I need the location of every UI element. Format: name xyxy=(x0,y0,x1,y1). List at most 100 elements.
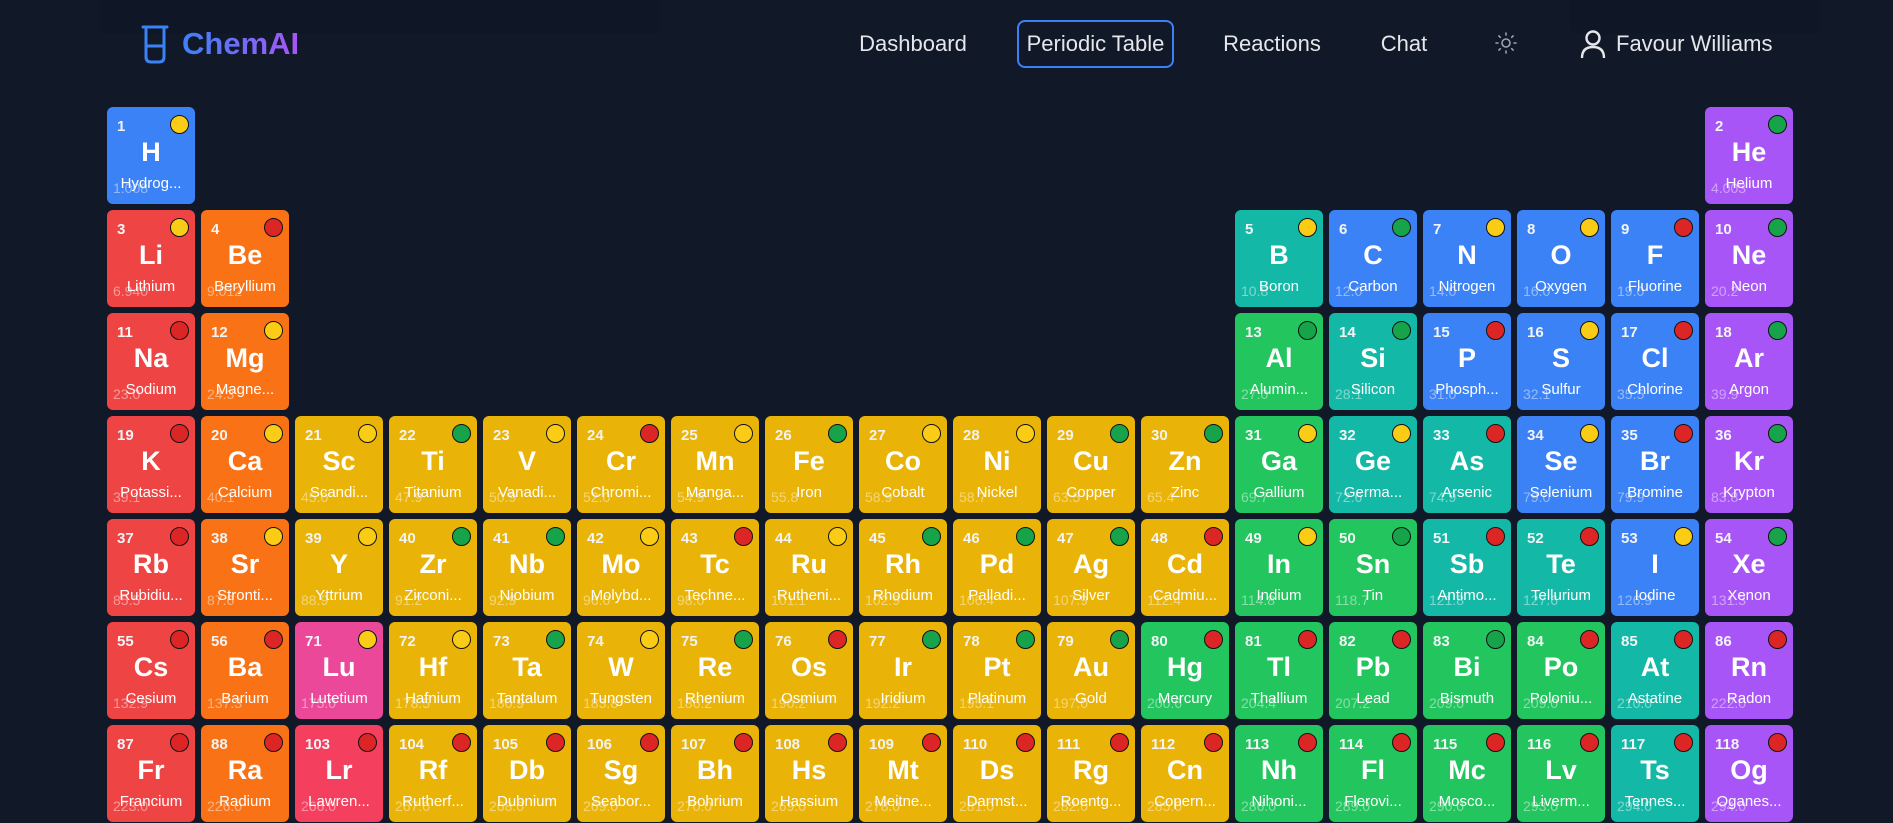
element-tile-y[interactable]: 39 Y 88.9 Yttrium xyxy=(295,519,383,616)
element-tile-al[interactable]: 13 Al 27.0 Alumin... xyxy=(1235,313,1323,410)
element-tile-ge[interactable]: 32 Ge 72.6 Germa... xyxy=(1329,416,1417,513)
state-indicator-dot xyxy=(546,527,565,546)
element-tile-tc[interactable]: 43 Tc 98.0 Techne... xyxy=(671,519,759,616)
element-tile-pt[interactable]: 78 Pt 195.1 Platinum xyxy=(953,622,1041,719)
element-tile-pd[interactable]: 46 Pd 106.4 Palladi... xyxy=(953,519,1041,616)
element-tile-hs[interactable]: 108 Hs 269.0 Hassium xyxy=(765,725,853,822)
element-tile-mn[interactable]: 25 Mn 54.9 Manga... xyxy=(671,416,759,513)
element-tile-f[interactable]: 9 F 19.0 Fluorine xyxy=(1611,210,1699,307)
element-tile-xe[interactable]: 54 Xe 131.3 Xenon xyxy=(1705,519,1793,616)
element-tile-fr[interactable]: 87 Fr 223.0 Francium xyxy=(107,725,195,822)
element-tile-re[interactable]: 75 Re 186.2 Rhenium xyxy=(671,622,759,719)
element-tile-ga[interactable]: 31 Ga 69.7 Gallium xyxy=(1235,416,1323,513)
element-tile-mg[interactable]: 12 Mg 24.3 Magne... xyxy=(201,313,289,410)
element-tile-ds[interactable]: 110 Ds 281.0 Darmst... xyxy=(953,725,1041,822)
element-tile-br[interactable]: 35 Br 79.9 Bromine xyxy=(1611,416,1699,513)
element-tile-se[interactable]: 34 Se 79.0 Selenium xyxy=(1517,416,1605,513)
element-tile-cs[interactable]: 55 Cs 132.9 Cesium xyxy=(107,622,195,719)
element-tile-te[interactable]: 52 Te 127.6 Tellurium xyxy=(1517,519,1605,616)
element-tile-ar[interactable]: 18 Ar 39.9 Argon xyxy=(1705,313,1793,410)
element-tile-cl[interactable]: 17 Cl 35.5 Chlorine xyxy=(1611,313,1699,410)
element-tile-be[interactable]: 4 Be 9.012 Beryllium xyxy=(201,210,289,307)
element-tile-rh[interactable]: 45 Rh 102.9 Rhodium xyxy=(859,519,947,616)
element-tile-rg[interactable]: 111 Rg 282.0 Roentg... xyxy=(1047,725,1135,822)
state-indicator-dot xyxy=(1674,321,1693,340)
element-tile-sg[interactable]: 106 Sg 269.0 Seabor... xyxy=(577,725,665,822)
element-tile-h[interactable]: 1 H 1.008 Hydrog... xyxy=(107,107,195,204)
element-tile-cd[interactable]: 48 Cd 112.4 Cadmiu... xyxy=(1141,519,1229,616)
element-tile-sn[interactable]: 50 Sn 118.7 Tin xyxy=(1329,519,1417,616)
element-tile-ag[interactable]: 47 Ag 107.9 Silver xyxy=(1047,519,1135,616)
element-tile-lr[interactable]: 103 Lr 266.0 Lawren... xyxy=(295,725,383,822)
element-tile-b[interactable]: 5 B 10.8 Boron xyxy=(1235,210,1323,307)
element-name: Zirconi... xyxy=(404,587,462,604)
element-tile-cu[interactable]: 29 Cu 63.5 Copper xyxy=(1047,416,1135,513)
element-tile-si[interactable]: 14 Si 28.1 Silicon xyxy=(1329,313,1417,410)
element-tile-mc[interactable]: 115 Mc 290.0 Mosco... xyxy=(1423,725,1511,822)
element-tile-sb[interactable]: 51 Sb 121.8 Antimo... xyxy=(1423,519,1511,616)
element-tile-p[interactable]: 15 P 31.0 Phosph... xyxy=(1423,313,1511,410)
element-tile-po[interactable]: 84 Po 209.0 Poloniu... xyxy=(1517,622,1605,719)
element-tile-rn[interactable]: 86 Rn 222.0 Radon xyxy=(1705,622,1793,719)
element-tile-at[interactable]: 85 At 210.0 Astatine xyxy=(1611,622,1699,719)
element-tile-tl[interactable]: 81 Tl 204.4 Thallium xyxy=(1235,622,1323,719)
element-tile-cn[interactable]: 112 Cn 285.0 Copern... xyxy=(1141,725,1229,822)
element-tile-ne[interactable]: 10 Ne 20.2 Neon xyxy=(1705,210,1793,307)
element-tile-ru[interactable]: 44 Ru 101.1 Rutheni... xyxy=(765,519,853,616)
element-tile-o[interactable]: 8 O 16.0 Oxygen xyxy=(1517,210,1605,307)
element-tile-hf[interactable]: 72 Hf 178.5 Hafnium xyxy=(389,622,477,719)
state-indicator-dot xyxy=(264,733,283,752)
element-tile-fl[interactable]: 114 Fl 289.0 Flerovi... xyxy=(1329,725,1417,822)
element-tile-ta[interactable]: 73 Ta 180.9 Tantalum xyxy=(483,622,571,719)
element-tile-zn[interactable]: 30 Zn 65.4 Zinc xyxy=(1141,416,1229,513)
element-tile-in[interactable]: 49 In 114.8 Indium xyxy=(1235,519,1323,616)
state-indicator-dot xyxy=(1674,527,1693,546)
element-tile-lu[interactable]: 71 Lu 175.0 Lutetium xyxy=(295,622,383,719)
element-tile-hg[interactable]: 80 Hg 200.6 Mercury xyxy=(1141,622,1229,719)
element-tile-rb[interactable]: 37 Rb 85.5 Rubidiu... xyxy=(107,519,195,616)
element-tile-mt[interactable]: 109 Mt 278.0 Meitne... xyxy=(859,725,947,822)
element-tile-zr[interactable]: 40 Zr 91.2 Zirconi... xyxy=(389,519,477,616)
state-indicator-dot xyxy=(640,733,659,752)
element-tile-ni[interactable]: 28 Ni 58.7 Nickel xyxy=(953,416,1041,513)
element-tile-as[interactable]: 33 As 74.9 Arsenic xyxy=(1423,416,1511,513)
element-name: Alumin... xyxy=(1249,381,1309,398)
element-tile-s[interactable]: 16 S 32.1 Sulfur xyxy=(1517,313,1605,410)
element-tile-ba[interactable]: 56 Ba 137.3 Barium xyxy=(201,622,289,719)
element-tile-au[interactable]: 79 Au 197.0 Gold xyxy=(1047,622,1135,719)
element-tile-lv[interactable]: 116 Lv 293.0 Liverm... xyxy=(1517,725,1605,822)
element-tile-db[interactable]: 105 Db 268.0 Dubnium xyxy=(483,725,571,822)
element-tile-rf[interactable]: 104 Rf 267.0 Rutherf... xyxy=(389,725,477,822)
element-tile-c[interactable]: 6 C 12.0 Carbon xyxy=(1329,210,1417,307)
element-tile-fe[interactable]: 26 Fe 55.8 Iron xyxy=(765,416,853,513)
element-tile-bh[interactable]: 107 Bh 270.0 Bohrium xyxy=(671,725,759,822)
element-number: 80 xyxy=(1151,633,1168,650)
element-tile-og[interactable]: 118 Og 294.0 Oganes... xyxy=(1705,725,1793,822)
element-tile-ir[interactable]: 77 Ir 192.2 Iridium xyxy=(859,622,947,719)
element-tile-n[interactable]: 7 N 14.0 Nitrogen xyxy=(1423,210,1511,307)
element-tile-li[interactable]: 3 Li 6.940 Lithium xyxy=(107,210,195,307)
element-symbol: Te xyxy=(1546,549,1576,579)
element-tile-v[interactable]: 23 V 50.9 Vanadi... xyxy=(483,416,571,513)
element-tile-co[interactable]: 27 Co 58.9 Cobalt xyxy=(859,416,947,513)
element-tile-mo[interactable]: 42 Mo 96.0 Molybd... xyxy=(577,519,665,616)
element-tile-ca[interactable]: 20 Ca 40.1 Calcium xyxy=(201,416,289,513)
element-tile-ra[interactable]: 88 Ra 226.0 Radium xyxy=(201,725,289,822)
element-tile-bi[interactable]: 83 Bi 209.0 Bismuth xyxy=(1423,622,1511,719)
element-number: 4 xyxy=(211,221,220,238)
element-tile-kr[interactable]: 36 Kr 83.8 Krypton xyxy=(1705,416,1793,513)
element-tile-sr[interactable]: 38 Sr 87.6 Stronti... xyxy=(201,519,289,616)
element-tile-nh[interactable]: 113 Nh 286.0 Nihoni... xyxy=(1235,725,1323,822)
element-tile-w[interactable]: 74 W 183.8 Tungsten xyxy=(577,622,665,719)
element-tile-os[interactable]: 76 Os 190.2 Osmium xyxy=(765,622,853,719)
element-tile-sc[interactable]: 21 Sc 45.0 Scandi... xyxy=(295,416,383,513)
element-tile-na[interactable]: 11 Na 23.0 Sodium xyxy=(107,313,195,410)
element-tile-k[interactable]: 19 K 39.1 Potassi... xyxy=(107,416,195,513)
element-tile-nb[interactable]: 41 Nb 92.9 Niobium xyxy=(483,519,571,616)
element-tile-cr[interactable]: 24 Cr 52.0 Chromi... xyxy=(577,416,665,513)
element-tile-he[interactable]: 2 He 4.003 Helium xyxy=(1705,107,1793,204)
element-tile-ti[interactable]: 22 Ti 47.9 Titanium xyxy=(389,416,477,513)
element-tile-i[interactable]: 53 I 126.9 Iodine xyxy=(1611,519,1699,616)
element-tile-pb[interactable]: 82 Pb 207.2 Lead xyxy=(1329,622,1417,719)
element-tile-ts[interactable]: 117 Ts 294.0 Tennes... xyxy=(1611,725,1699,822)
